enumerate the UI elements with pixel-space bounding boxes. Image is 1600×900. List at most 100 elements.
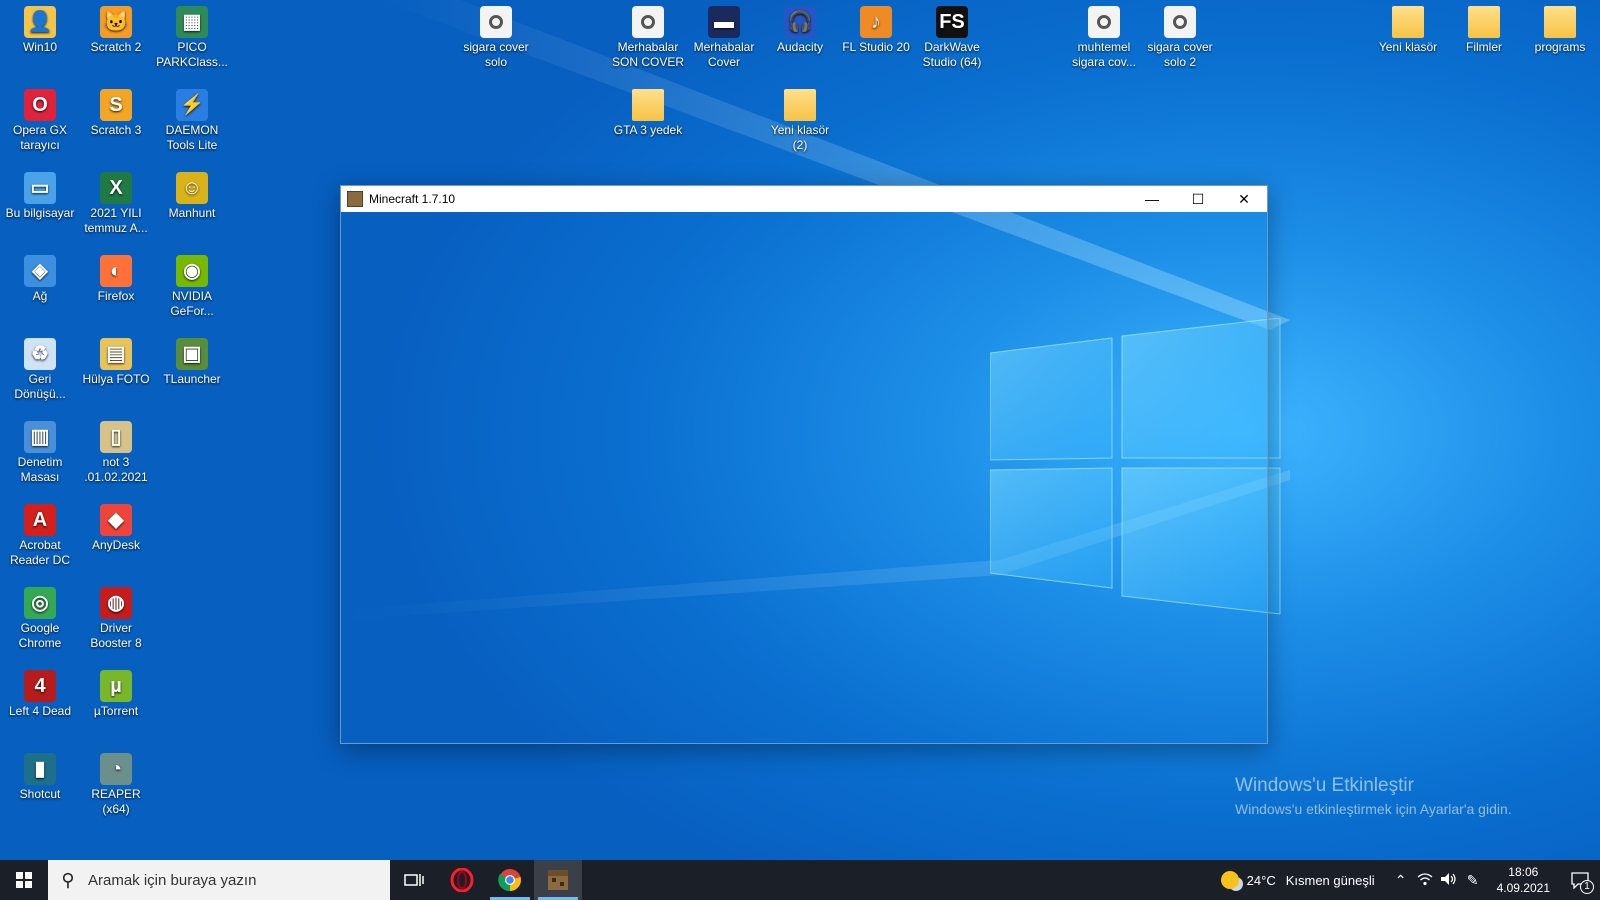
- window-title: Minecraft 1.7.10: [369, 192, 456, 206]
- desktop-icon[interactable]: µ µTorrent: [78, 666, 154, 719]
- audio-project-icon: [480, 6, 512, 38]
- weather-widget[interactable]: 24°C Kısmen güneşli: [1220, 871, 1375, 889]
- manhunt-icon: ☺: [176, 172, 208, 204]
- desktop-icon[interactable]: ▮ Shotcut: [2, 749, 78, 802]
- watermark-subtitle: Windows'u etkinleştirmek için Ayarlar'a …: [1235, 801, 1512, 817]
- darkwave-icon: FS: [936, 6, 968, 38]
- desktop-icon[interactable]: ▣ TLauncher: [154, 334, 230, 387]
- acrobat-icon: A: [24, 504, 56, 536]
- desktop-icon-label: Merhabalar SON COVER: [611, 40, 684, 69]
- desktop-icon-label: Hülya FOTO: [82, 372, 150, 386]
- desktop-icon[interactable]: Yeni klasör: [1370, 2, 1446, 55]
- scratch3-icon: S: [100, 89, 132, 121]
- system-tray: 24°C Kısmen güneşli ⌃ ✎ 18:06 4.09.2021: [1220, 860, 1600, 900]
- taskbar-chrome[interactable]: [486, 860, 534, 900]
- notification-center-button[interactable]: 1: [1560, 860, 1600, 900]
- taskbar-minecraft[interactable]: [534, 860, 582, 900]
- desktop-icon[interactable]: Filmler: [1446, 2, 1522, 55]
- desktop-icon-label: Opera GX tarayıcı: [12, 123, 68, 152]
- close-button[interactable]: ✕: [1221, 186, 1267, 212]
- desktop-icon[interactable]: 👤 Win10: [2, 2, 78, 55]
- desktop-icon-label: AnyDesk: [91, 538, 141, 552]
- desktop-icon[interactable]: ◍ Driver Booster 8: [78, 583, 154, 651]
- search-icon: ⚲: [61, 869, 75, 890]
- desktop-icon[interactable]: programs: [1522, 2, 1598, 55]
- desktop-icon[interactable]: ▯ not 3 .01.02.2021: [78, 417, 154, 485]
- task-view-icon: [404, 874, 424, 886]
- start-button[interactable]: [0, 860, 48, 900]
- weather-text: Kısmen güneşli: [1285, 872, 1375, 888]
- desktop-icon[interactable]: sigara cover solo 2: [1142, 2, 1218, 70]
- audio-project-icon: [1164, 6, 1196, 38]
- desktop-icon[interactable]: Yeni klasör (2): [762, 85, 838, 153]
- desktop-icon[interactable]: 🐱 Scratch 2: [78, 2, 154, 55]
- video-file-icon: ▬: [708, 6, 740, 38]
- window-content[interactable]: [341, 213, 1267, 743]
- desktop-icon-label: Left 4 Dead: [8, 704, 72, 718]
- desktop-icon[interactable]: ♻ Geri Dönüşü...: [2, 334, 78, 402]
- volume-icon[interactable]: [1437, 872, 1461, 889]
- desktop-icon[interactable]: sigara cover solo: [458, 2, 534, 70]
- desktop-icon[interactable]: ⚡ DAEMON Tools Lite: [154, 85, 230, 153]
- search-placeholder: Aramak için buraya yazın: [88, 871, 257, 889]
- desktop-icon[interactable]: ◎ Google Chrome: [2, 583, 78, 651]
- desktop-icon-label: Win10: [22, 40, 57, 54]
- desktop-icon[interactable]: ☺ Manhunt: [154, 168, 230, 221]
- watermark-title: Windows'u Etkinleştir: [1235, 775, 1414, 796]
- desktop-icon-label: programs: [1534, 40, 1586, 54]
- desktop-icon-label: µTorrent: [93, 704, 139, 718]
- desktop-icon-label: Driver Booster 8: [90, 621, 142, 650]
- minecraft-icon: [347, 191, 363, 207]
- desktop-icon-label: Denetim Masası: [17, 455, 63, 484]
- desktop-icon[interactable]: Merhabalar SON COVER: [610, 2, 686, 70]
- window-titlebar[interactable]: Minecraft 1.7.10 — ☐ ✕: [341, 186, 1267, 212]
- desktop-icon[interactable]: ♪ FL Studio 20: [838, 2, 914, 55]
- desktop-icon[interactable]: muhtemel sigara cov...: [1066, 2, 1142, 70]
- anydesk-icon: ◆: [100, 504, 132, 536]
- folder-icon: [1392, 6, 1424, 38]
- desktop-icon[interactable]: A Acrobat Reader DC: [2, 500, 78, 568]
- desktop-icon[interactable]: ◐ Firefox: [78, 251, 154, 304]
- desktop-icon[interactable]: ▥ Denetim Masası: [2, 417, 78, 485]
- taskbar-opera[interactable]: [438, 860, 486, 900]
- desktop-icon[interactable]: ▤ Hülya FOTO: [78, 334, 154, 387]
- network-icon[interactable]: [1413, 872, 1437, 889]
- desktop-icon[interactable]: O Opera GX tarayıcı: [2, 85, 78, 153]
- opera-gx-icon: O: [24, 89, 56, 121]
- user-folder-icon: 👤: [24, 6, 56, 38]
- desktop-icon-label: Acrobat Reader DC: [9, 538, 71, 567]
- desktop-icon-label: Scratch 3: [90, 123, 142, 137]
- minimize-button[interactable]: —: [1129, 186, 1175, 212]
- daemon-tools-icon: ⚡: [176, 89, 208, 121]
- show-hidden-icons-chevron-icon[interactable]: ⌃: [1389, 872, 1413, 889]
- desktop-icon[interactable]: ▭ Bu bilgisayar: [2, 168, 78, 221]
- desktop-icon[interactable]: 4 Left 4 Dead: [2, 666, 78, 719]
- desktop-icon[interactable]: ◆ AnyDesk: [78, 500, 154, 553]
- task-view-button[interactable]: [390, 860, 438, 900]
- desktop-icon[interactable]: FS DarkWave Studio (64): [914, 2, 990, 70]
- desktop-icon[interactable]: ◉ NVIDIA GeFor...: [154, 251, 230, 319]
- audio-project-icon: [1088, 6, 1120, 38]
- pen-workspace-icon[interactable]: ✎: [1461, 872, 1485, 889]
- folder-icon: [632, 89, 664, 121]
- desktop-icon[interactable]: 🎧 Audacity: [762, 2, 838, 55]
- taskbar-search[interactable]: ⚲ Aramak için buraya yazın: [48, 860, 390, 900]
- minecraft-window[interactable]: Minecraft 1.7.10 — ☐ ✕: [340, 185, 1268, 744]
- desktop-icon[interactable]: ▦ PICO PARKClass...: [154, 2, 230, 70]
- desktop-icon[interactable]: ◈ Ağ: [2, 251, 78, 304]
- desktop-icon[interactable]: GTA 3 yedek: [610, 85, 686, 138]
- network-icon: ◈: [24, 255, 56, 287]
- clock[interactable]: 18:06 4.09.2021: [1497, 864, 1550, 896]
- minecraft-icon: [548, 870, 568, 890]
- desktop-icon[interactable]: ◔ REAPER (x64): [78, 749, 154, 817]
- partly-sunny-icon: [1220, 871, 1239, 889]
- audio-project-icon: [632, 6, 664, 38]
- maximize-button[interactable]: ☐: [1175, 186, 1221, 212]
- desktop-icon[interactable]: ▬ Merhabalar Cover: [686, 2, 762, 70]
- desktop-icon-label: DarkWave Studio (64): [922, 40, 982, 69]
- desktop-icon[interactable]: X 2021 YILI temmuz A...: [78, 168, 154, 236]
- desktop-icon[interactable]: S Scratch 3: [78, 85, 154, 138]
- folder-icon: [1544, 6, 1576, 38]
- desktop-icon-label: Google Chrome: [18, 621, 62, 650]
- audacity-icon: 🎧: [784, 6, 816, 38]
